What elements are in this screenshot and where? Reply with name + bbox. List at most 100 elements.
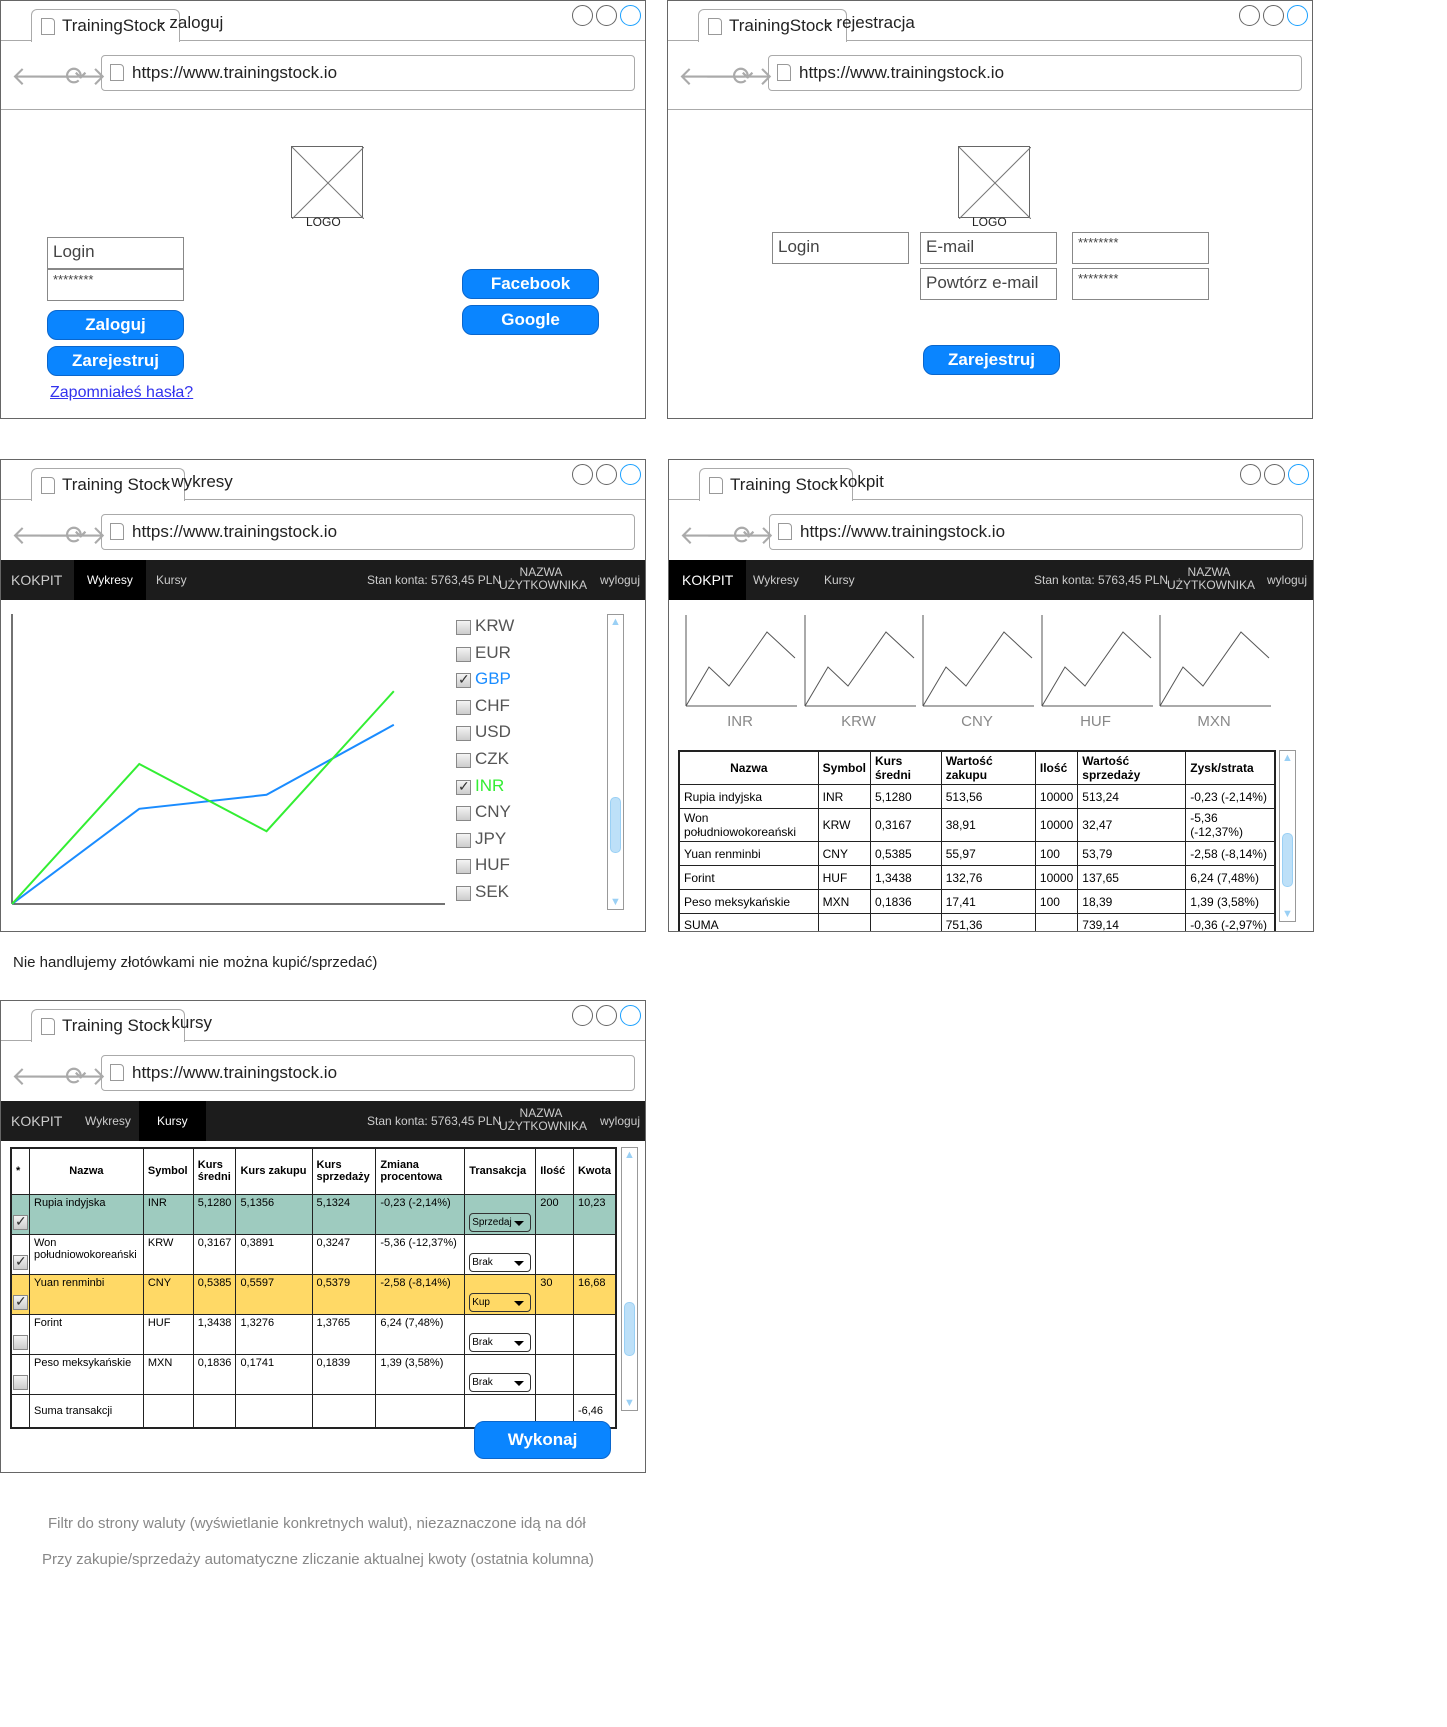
series-line-inr <box>11 690 395 905</box>
currency-checkbox-eur[interactable] <box>456 646 471 662</box>
repeat-password-input[interactable]: ******** <box>1072 268 1209 300</box>
password-input[interactable]: ******** <box>47 269 184 301</box>
quantity-cell[interactable] <box>535 1233 574 1275</box>
nav-kokpit[interactable]: KOKPIT <box>11 1101 62 1141</box>
currency-checkbox-cny[interactable] <box>456 806 471 822</box>
currency-checkbox-usd[interactable] <box>456 726 471 742</box>
nav-kokpit[interactable]: KOKPIT <box>669 560 747 600</box>
currency-checkbox-czk[interactable] <box>456 753 471 768</box>
url-input[interactable]: https://www.trainingstock.io <box>769 514 1303 550</box>
url-input[interactable]: https://www.trainingstock.io <box>768 55 1302 91</box>
sparkline-mxn[interactable] <box>1155 610 1273 710</box>
close-icon[interactable] <box>620 464 641 485</box>
execute-button[interactable]: Wykonaj <box>474 1421 611 1459</box>
nav-wykresy[interactable]: Wykresy <box>753 560 799 600</box>
currency-checkbox-jpy[interactable] <box>456 832 471 848</box>
url-input[interactable]: https://www.trainingstock.io <box>101 514 635 550</box>
scroll-down-icon[interactable]: ▼ <box>624 1397 635 1409</box>
logout-link[interactable]: wyloguj <box>600 1101 640 1141</box>
password-input[interactable]: ******** <box>1072 232 1209 264</box>
user-menu[interactable]: NAZWA UŻYTKOWNIKA <box>1167 566 1255 592</box>
table-scrollbar[interactable]: ▲ ▼ <box>1279 750 1296 922</box>
minimize-icon[interactable] <box>572 464 593 485</box>
url-input[interactable]: https://www.trainingstock.io <box>101 55 635 91</box>
scroll-down-icon[interactable]: ▼ <box>1282 908 1293 920</box>
reload-icon[interactable]: ⟳ <box>733 522 755 548</box>
quantity-cell[interactable]: 200 <box>535 1193 574 1235</box>
reload-icon[interactable]: ⟳ <box>732 63 754 89</box>
url-input[interactable]: https://www.trainingstock.io <box>101 1055 635 1091</box>
sparkline-huf[interactable] <box>1037 610 1155 710</box>
logout-link[interactable]: wyloguj <box>1267 560 1307 600</box>
transaction-dropdown[interactable]: Sprzedaj <box>469 1212 532 1232</box>
reload-icon[interactable]: ⟳ <box>65 522 87 548</box>
google-button[interactable]: Google <box>462 305 599 335</box>
minimize-icon[interactable] <box>572 1005 593 1026</box>
currency-checkbox-gbp[interactable] <box>456 671 471 689</box>
forgot-password-link[interactable]: Zapomniałeś hasła? <box>50 384 193 402</box>
transaction-dropdown[interactable]: Brak <box>469 1332 532 1352</box>
currency-checkbox-chf[interactable] <box>456 699 471 715</box>
nav-kursy[interactable]: Kursy <box>156 560 187 600</box>
table-scrollbar[interactable]: ▲ ▼ <box>621 1147 638 1411</box>
currency-checkbox-huf[interactable] <box>456 859 471 875</box>
sparkline-cny[interactable] <box>918 610 1036 710</box>
login-input[interactable]: Login <box>47 237 184 269</box>
row-checkbox[interactable] <box>13 1213 28 1230</box>
close-icon[interactable] <box>1287 5 1308 26</box>
quantity-cell[interactable] <box>535 1313 574 1355</box>
logout-link[interactable]: wyloguj <box>600 560 640 600</box>
close-icon[interactable] <box>620 1005 641 1026</box>
scroll-up-icon[interactable]: ▲ <box>1282 752 1293 764</box>
reload-icon[interactable]: ⟳ <box>65 63 87 89</box>
row-checkbox[interactable] <box>13 1374 28 1390</box>
scroll-up-icon[interactable]: ▲ <box>610 616 621 628</box>
row-checkbox[interactable] <box>13 1293 28 1310</box>
scroll-up-icon[interactable]: ▲ <box>624 1149 635 1161</box>
reload-icon[interactable]: ⟳ <box>65 1063 87 1089</box>
close-icon[interactable] <box>1288 464 1309 485</box>
browser-tab[interactable]: TrainingStock <box>31 9 181 42</box>
scroll-thumb[interactable] <box>624 1302 635 1356</box>
register-button[interactable]: Zarejestruj <box>923 345 1060 375</box>
currency-checkbox-sek[interactable] <box>456 886 471 901</box>
currency-checkbox-inr[interactable] <box>456 778 471 795</box>
sparkline-inr[interactable] <box>681 610 799 710</box>
maximize-icon[interactable] <box>596 5 617 26</box>
minimize-icon[interactable] <box>572 5 593 26</box>
quantity-cell[interactable] <box>535 1353 574 1395</box>
scroll-down-icon[interactable]: ▼ <box>610 896 621 908</box>
nav-wykresy[interactable]: Wykresy <box>85 1101 131 1141</box>
filter-scrollbar[interactable]: ▲ ▼ <box>607 614 624 910</box>
maximize-icon[interactable] <box>1264 464 1285 485</box>
nav-wykresy[interactable]: Wykresy <box>74 560 146 600</box>
quantity-cell[interactable]: 30 <box>535 1273 574 1315</box>
register-button[interactable]: Zarejestruj <box>47 346 184 376</box>
maximize-icon[interactable] <box>1263 5 1284 26</box>
scroll-thumb[interactable] <box>1282 833 1293 887</box>
login-button[interactable]: Zaloguj <box>47 310 184 340</box>
maximize-icon[interactable] <box>596 1005 617 1026</box>
scroll-thumb[interactable] <box>610 797 621 853</box>
user-menu[interactable]: NAZWA UŻYTKOWNIKA <box>499 566 587 592</box>
minimize-icon[interactable] <box>1239 5 1260 26</box>
row-checkbox[interactable] <box>13 1334 28 1350</box>
email-input[interactable]: E-mail <box>920 232 1057 264</box>
facebook-button[interactable]: Facebook <box>462 269 599 299</box>
login-input[interactable]: Login <box>772 232 909 264</box>
browser-tab[interactable]: TrainingStock <box>698 9 848 42</box>
nav-kursy[interactable]: Kursy <box>824 560 855 600</box>
minimize-icon[interactable] <box>1240 464 1261 485</box>
sparkline-krw[interactable] <box>800 610 918 710</box>
close-icon[interactable] <box>620 5 641 26</box>
user-menu[interactable]: NAZWA UŻYTKOWNIKA <box>499 1107 587 1133</box>
transaction-dropdown[interactable]: Kup <box>469 1292 532 1312</box>
currency-checkbox-krw[interactable] <box>456 620 471 635</box>
nav-kokpit[interactable]: KOKPIT <box>11 560 62 600</box>
repeat-email-input[interactable]: Powtórz e-mail <box>920 268 1057 300</box>
row-checkbox[interactable] <box>13 1253 28 1270</box>
transaction-dropdown[interactable]: Brak <box>469 1252 532 1272</box>
transaction-dropdown[interactable]: Brak <box>469 1372 532 1392</box>
maximize-icon[interactable] <box>596 464 617 485</box>
nav-kursy[interactable]: Kursy <box>139 1101 206 1141</box>
